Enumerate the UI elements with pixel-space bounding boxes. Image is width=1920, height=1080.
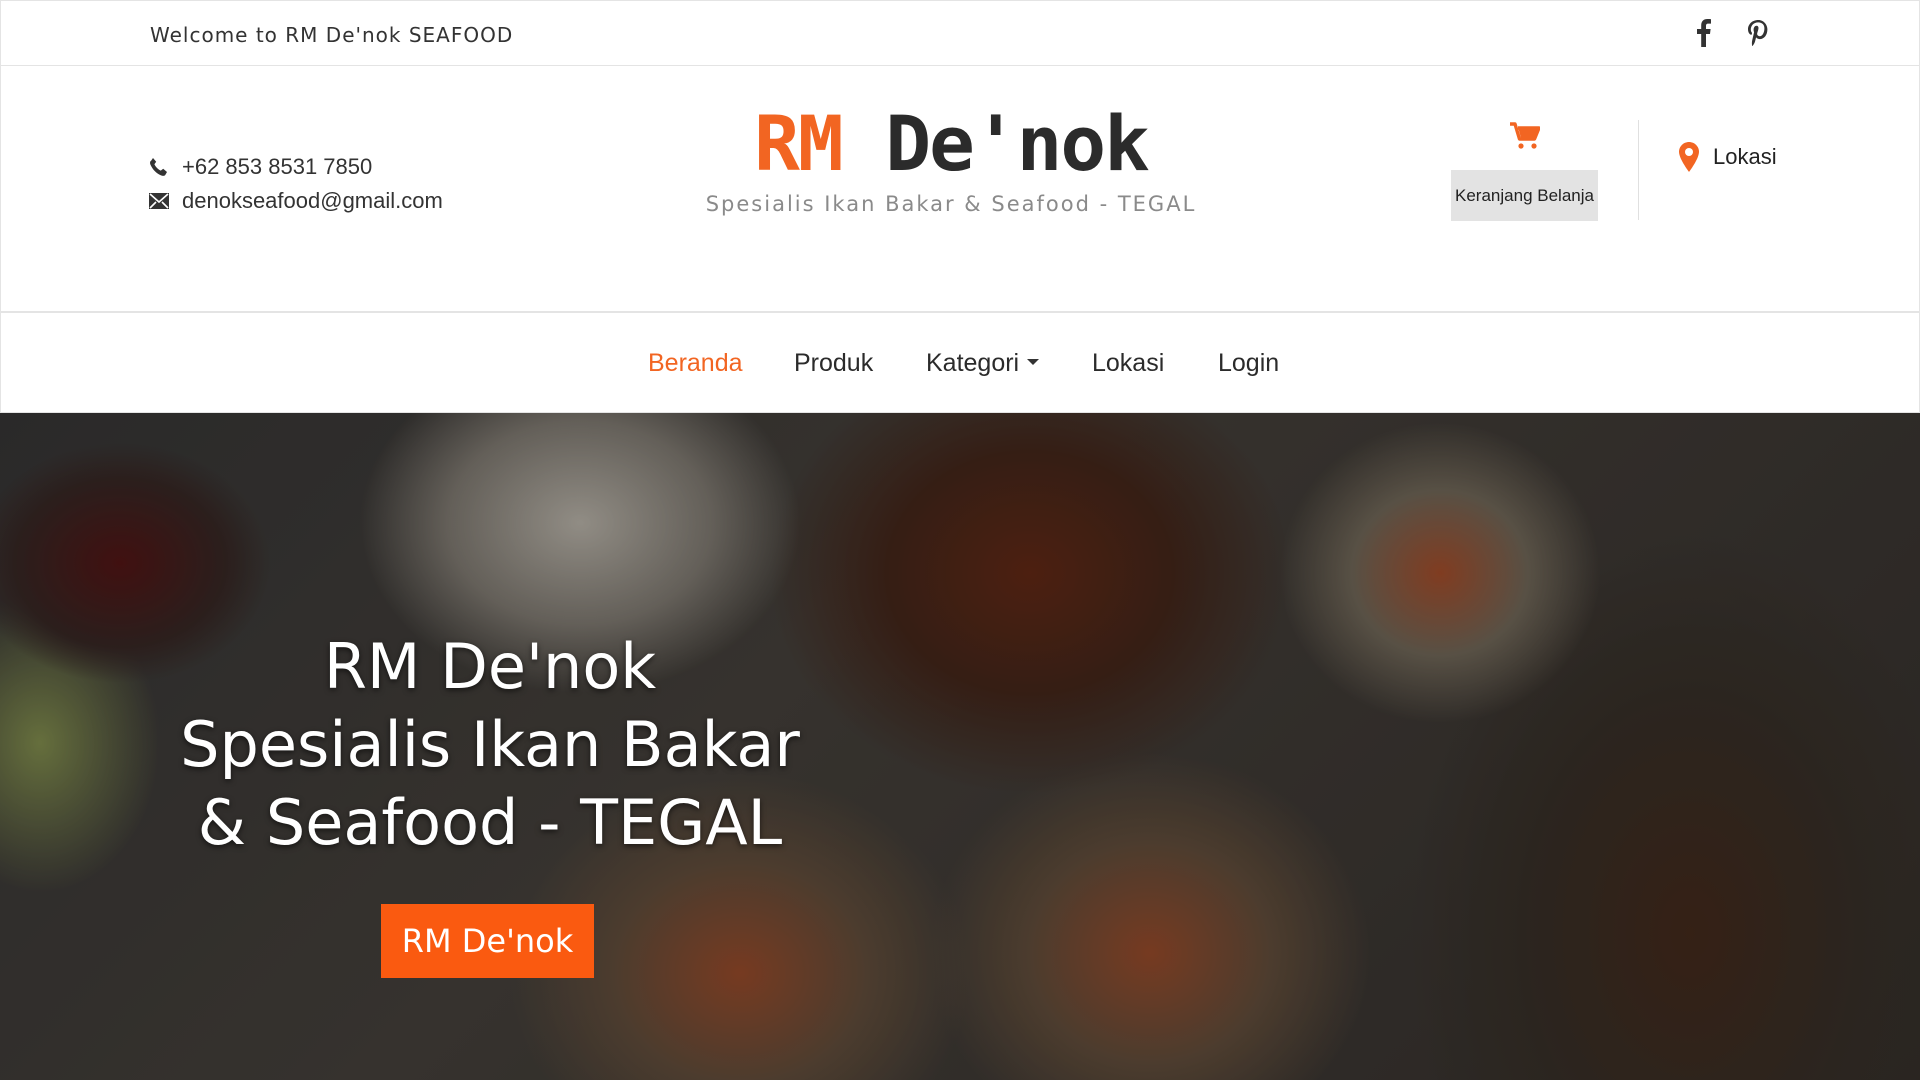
nav-login[interactable]: Login — [1218, 349, 1279, 378]
email-address: denokseafood@gmail.com — [182, 188, 443, 213]
email-contact: denokseafood@gmail.com — [148, 188, 443, 214]
brand-logo[interactable]: RM De'nok Spesialis Ikan Bakar & Seafood… — [701, 106, 1201, 217]
phone-icon — [148, 156, 170, 178]
site-header: +62 853 8531 7850 denokseafood@gmail.com… — [0, 66, 1920, 312]
hero-line-3: & Seafood - TEGAL — [197, 786, 783, 859]
phone-number: +62 853 8531 7850 — [182, 154, 373, 179]
phone-contact: +62 853 8531 7850 — [148, 154, 372, 180]
facebook-icon[interactable] — [1689, 16, 1719, 50]
brand-rm: RM — [754, 99, 844, 188]
nav-beranda[interactable]: Beranda — [648, 349, 743, 378]
map-pin-icon — [1679, 142, 1699, 172]
location-label: Lokasi — [1713, 144, 1777, 169]
header-divider — [1638, 120, 1639, 220]
cart-label: Keranjang Belanja — [1451, 170, 1598, 221]
cart-button[interactable]: Keranjang Belanja — [1451, 116, 1598, 221]
hero-heading: RM De'nok Spesialis Ikan Bakar & Seafood… — [150, 628, 830, 862]
nav-produk[interactable]: Produk — [794, 349, 873, 378]
envelope-icon — [148, 190, 170, 212]
nav-lokasi[interactable]: Lokasi — [1092, 349, 1164, 378]
brand-tagline: Spesialis Ikan Bakar & Seafood - TEGAL — [705, 192, 1197, 216]
hero-line-2: Spesialis Ikan Bakar — [180, 708, 800, 781]
location-link[interactable]: Lokasi — [1679, 142, 1777, 172]
welcome-text: Welcome to RM De'nok SEAFOOD — [150, 23, 514, 47]
nav-kategori-label: Kategori — [926, 349, 1020, 377]
nav-kategori[interactable]: Kategori — [926, 349, 1040, 378]
pinterest-icon[interactable] — [1743, 16, 1773, 50]
shopping-cart-icon — [1451, 116, 1598, 156]
hero-banner: RM De'nok Spesialis Ikan Bakar & Seafood… — [0, 413, 1920, 1080]
hero-line-1: RM De'nok — [323, 630, 657, 703]
top-bar: Welcome to RM De'nok SEAFOOD — [0, 0, 1920, 66]
brand-title: RM De'nok — [701, 106, 1201, 182]
caret-down-icon — [1027, 359, 1040, 366]
main-nav: Beranda Produk Kategori Lokasi Login — [0, 312, 1920, 413]
hero-cta-button[interactable]: RM De'nok — [381, 904, 594, 978]
brand-name: De'nok — [885, 99, 1150, 188]
